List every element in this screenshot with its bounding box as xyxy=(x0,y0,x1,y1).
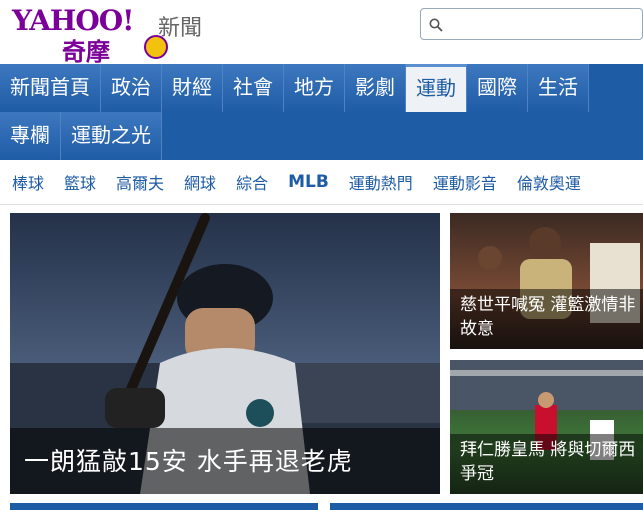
side-story-football[interactable]: 拜仁勝皇馬 將與切爾西爭冠 xyxy=(450,360,643,494)
hero-story[interactable]: 一朗猛敲15安 水手再退老虎 xyxy=(10,213,440,494)
subnav-trending[interactable]: 運動熱門 xyxy=(349,170,413,194)
subnav-mlb[interactable]: MLB xyxy=(288,172,329,192)
section-divider-right xyxy=(330,503,643,510)
section-title: 新聞 xyxy=(158,16,203,41)
section-divider-left xyxy=(10,503,318,510)
nav-item-politics[interactable]: 政治 xyxy=(101,64,162,112)
subnav-tennis[interactable]: 網球 xyxy=(184,170,216,194)
subnav-video[interactable]: 運動影音 xyxy=(433,170,497,194)
search-input[interactable] xyxy=(449,13,643,37)
logo-subtitle: 奇摩 xyxy=(62,37,110,66)
subnav-olympics[interactable]: 倫敦奧運 xyxy=(517,170,581,194)
nav-item-home[interactable]: 新聞首頁 xyxy=(0,64,101,112)
nav-item-column[interactable]: 專欄 xyxy=(0,112,61,160)
side-story-basketball[interactable]: 慈世平喊冤 灌籃激情非故意 xyxy=(450,213,643,349)
search-icon xyxy=(429,18,443,32)
sports-subnav: 棒球 籃球 高爾夫 網球 綜合 MLB 運動熱門 運動影音 倫敦奧運 xyxy=(0,160,643,205)
search-box[interactable] xyxy=(420,8,643,40)
nav-item-finance[interactable]: 財經 xyxy=(162,64,223,112)
nav-item-life[interactable]: 生活 xyxy=(528,64,589,112)
main-nav: 新聞首頁 政治 財經 社會 地方 影劇 運動 國際 生活 專欄 運動之光 xyxy=(0,64,643,160)
nav-item-international[interactable]: 國際 xyxy=(467,64,528,112)
subnav-golf[interactable]: 高爾夫 xyxy=(116,170,164,194)
subnav-basketball[interactable]: 籃球 xyxy=(64,170,96,194)
nav-item-society[interactable]: 社會 xyxy=(223,64,284,112)
nav-item-sports-glory[interactable]: 運動之光 xyxy=(61,112,162,160)
nav-item-entertainment[interactable]: 影劇 xyxy=(345,64,406,112)
header: YAHOO! 奇摩 新聞 xyxy=(0,0,643,66)
subnav-baseball[interactable]: 棒球 xyxy=(12,170,44,194)
side-headline[interactable]: 慈世平喊冤 灌籃激情非故意 xyxy=(460,293,640,341)
nav-row-secondary: 專欄 運動之光 xyxy=(0,112,162,160)
nav-item-sports[interactable]: 運動 xyxy=(406,64,467,112)
nav-item-local[interactable]: 地方 xyxy=(284,64,345,112)
nav-row-primary: 新聞首頁 政治 財經 社會 地方 影劇 運動 國際 生活 xyxy=(0,64,589,112)
side-headline[interactable]: 拜仁勝皇馬 將與切爾西爭冠 xyxy=(460,438,640,486)
yahoo-logo[interactable]: YAHOO! 奇摩 xyxy=(12,4,168,66)
subnav-general[interactable]: 綜合 xyxy=(236,170,268,194)
hero-headline[interactable]: 一朗猛敲15安 水手再退老虎 xyxy=(24,442,353,478)
